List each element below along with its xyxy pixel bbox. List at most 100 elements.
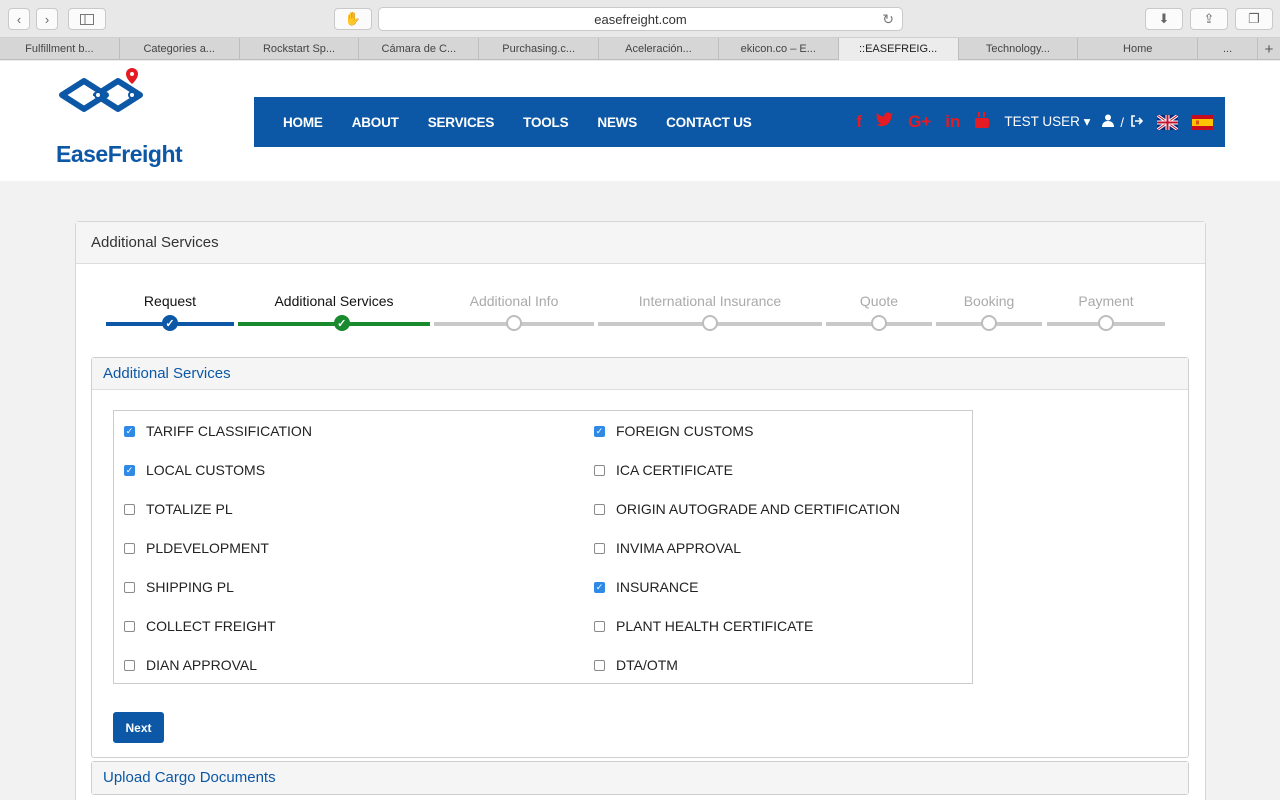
nav-news[interactable]: NEWS [597,115,637,130]
service-label: INSURANCE [616,579,699,595]
logout-icon[interactable] [1130,114,1144,130]
share-icon[interactable]: ⇪ [1190,8,1228,30]
site-header: EaseFreight HOME ABOUT SERVICES TOOLS NE… [0,61,1280,181]
additional-services-section: Additional Services ✓ TARIFF CLASSIFICAT… [91,357,1189,758]
user-icon[interactable] [1102,114,1115,130]
service-option[interactable]: ✓ FOREIGN CUSTOMS [594,423,753,439]
checkbox-icon[interactable] [594,542,605,554]
browser-tab[interactable]: Purchasing.c... [479,38,600,60]
checkbox-icon[interactable] [594,620,605,632]
sidebar-toggle-icon[interactable] [68,8,106,30]
step-circle-icon [871,315,887,331]
step-circle-icon [981,315,997,331]
checkbox-icon[interactable] [124,581,135,593]
browser-tab-active[interactable]: ::EASEFREIG... [838,38,959,60]
service-option[interactable]: DIAN APPROVAL [124,657,257,673]
checkbox-checked-icon[interactable]: ✓ [594,581,605,593]
step-request[interactable]: Request ✓ [106,284,234,334]
checkbox-icon[interactable] [594,503,605,515]
step-additional-info[interactable]: Additional Info [434,284,594,334]
next-button[interactable]: Next [113,712,164,743]
service-option[interactable]: PLDEVELOPMENT [124,540,269,556]
service-option[interactable]: ORIGIN AUTOGRADE AND CERTIFICATION [594,501,900,517]
browser-tab[interactable]: Home [1078,38,1199,60]
step-booking[interactable]: Booking [936,284,1042,334]
section-header[interactable]: Upload Cargo Documents [92,762,1188,794]
new-tab-icon[interactable]: + [1258,38,1280,60]
facebook-icon[interactable]: f [856,112,862,132]
nav-about[interactable]: ABOUT [352,115,399,130]
browser-tab[interactable]: Cámara de C... [359,38,480,60]
forward-icon[interactable]: › [36,8,58,30]
linkedin-icon[interactable]: in [945,112,960,132]
google-plus-icon[interactable]: G+ [908,112,931,132]
browser-tab[interactable]: ... [1198,38,1259,60]
service-option[interactable]: ✓ LOCAL CUSTOMS [124,462,265,478]
check-icon: ✓ [162,315,178,331]
logo-text: EaseFreight [56,141,183,167]
service-option[interactable]: DTA/OTM [594,657,678,673]
twitter-icon[interactable] [876,112,894,132]
step-quote[interactable]: Quote [826,284,932,334]
check-icon: ✓ [333,315,350,331]
easefreight-logo[interactable]: EaseFreight [54,67,183,167]
checkbox-icon[interactable] [124,503,135,515]
service-option[interactable]: ✓ TARIFF CLASSIFICATION [124,423,312,439]
browser-tab[interactable]: ekicon.co – E... [719,38,839,60]
user-menu[interactable]: TEST USER ▾ [1004,114,1090,130]
browser-tab[interactable]: Rockstart Sp... [240,38,360,60]
additional-services-panel: Additional Services Request ✓ Additional… [75,221,1206,800]
back-icon[interactable]: ‹ [8,8,30,30]
user-label: TEST USER [1004,114,1080,129]
service-option[interactable]: ✓ INSURANCE [594,579,698,595]
browser-tab[interactable]: Aceleración... [599,38,719,60]
service-option[interactable]: TOTALIZE PL [124,501,233,517]
checkbox-checked-icon[interactable]: ✓ [594,425,605,437]
url-text: easefreight.com [594,11,687,27]
uk-flag-icon[interactable] [1157,114,1178,130]
nav-contact[interactable]: CONTACT US [666,115,752,130]
nav-home[interactable]: HOME [283,115,323,130]
nav-services[interactable]: SERVICES [428,115,495,130]
checkbox-icon[interactable] [124,659,135,671]
step-label: Additional Services [274,293,394,309]
step-payment[interactable]: Payment [1047,284,1165,334]
service-label: ICA CERTIFICATE [616,462,733,478]
step-circle-icon [506,315,522,331]
service-label: DIAN APPROVAL [146,657,258,673]
checkbox-icon[interactable] [124,620,135,632]
step-label: Quote [859,293,899,309]
service-label: COLLECT FREIGHT [146,618,276,634]
nav-tools[interactable]: TOOLS [523,115,568,130]
step-additional-services[interactable]: Additional Services ✓ [238,284,430,334]
service-option[interactable]: ICA CERTIFICATE [594,462,733,478]
step-label: International Insurance [638,293,782,309]
checkbox-icon[interactable] [594,464,605,476]
checkbox-icon[interactable] [124,542,135,554]
upload-cargo-documents-section: Upload Cargo Documents [91,761,1189,795]
step-international-insurance[interactable]: International Insurance [598,284,822,334]
spain-flag-icon[interactable] [1192,114,1213,130]
reload-icon[interactable]: ↻ [882,11,894,28]
service-option[interactable]: COLLECT FREIGHT [124,618,276,634]
browser-tab[interactable]: Fulfillment b... [0,38,120,60]
checkbox-checked-icon[interactable]: ✓ [124,464,135,476]
downloads-icon[interactable]: ⬇ [1145,8,1183,30]
browser-tab[interactable]: Categories a... [120,38,240,60]
tabs-overview-icon[interactable]: ❐ [1235,8,1273,30]
section-header[interactable]: Additional Services [92,358,1188,390]
separator-slash: / [1120,114,1124,130]
youtube-icon[interactable] [974,111,990,134]
browser-toolbar: ‹ › ✋ easefreight.com ↻ ⬇ ⇪ ❐ [0,0,1280,38]
extension-icon[interactable]: ✋ [334,8,372,30]
panel-title: Additional Services [76,222,1205,264]
service-option[interactable]: INVIMA APPROVAL [594,540,741,556]
checkbox-checked-icon[interactable]: ✓ [124,425,135,437]
step-label: Request [143,293,197,309]
browser-tab[interactable]: Technology... [959,38,1079,60]
service-option[interactable]: PLANT HEALTH CERTIFICATE [594,618,813,634]
address-bar[interactable]: easefreight.com ↻ [378,7,903,31]
service-option[interactable]: SHIPPING PL [124,579,234,595]
tab-bar: Fulfillment b... Categories a... Rocksta… [0,38,1280,60]
checkbox-icon[interactable] [594,659,605,671]
